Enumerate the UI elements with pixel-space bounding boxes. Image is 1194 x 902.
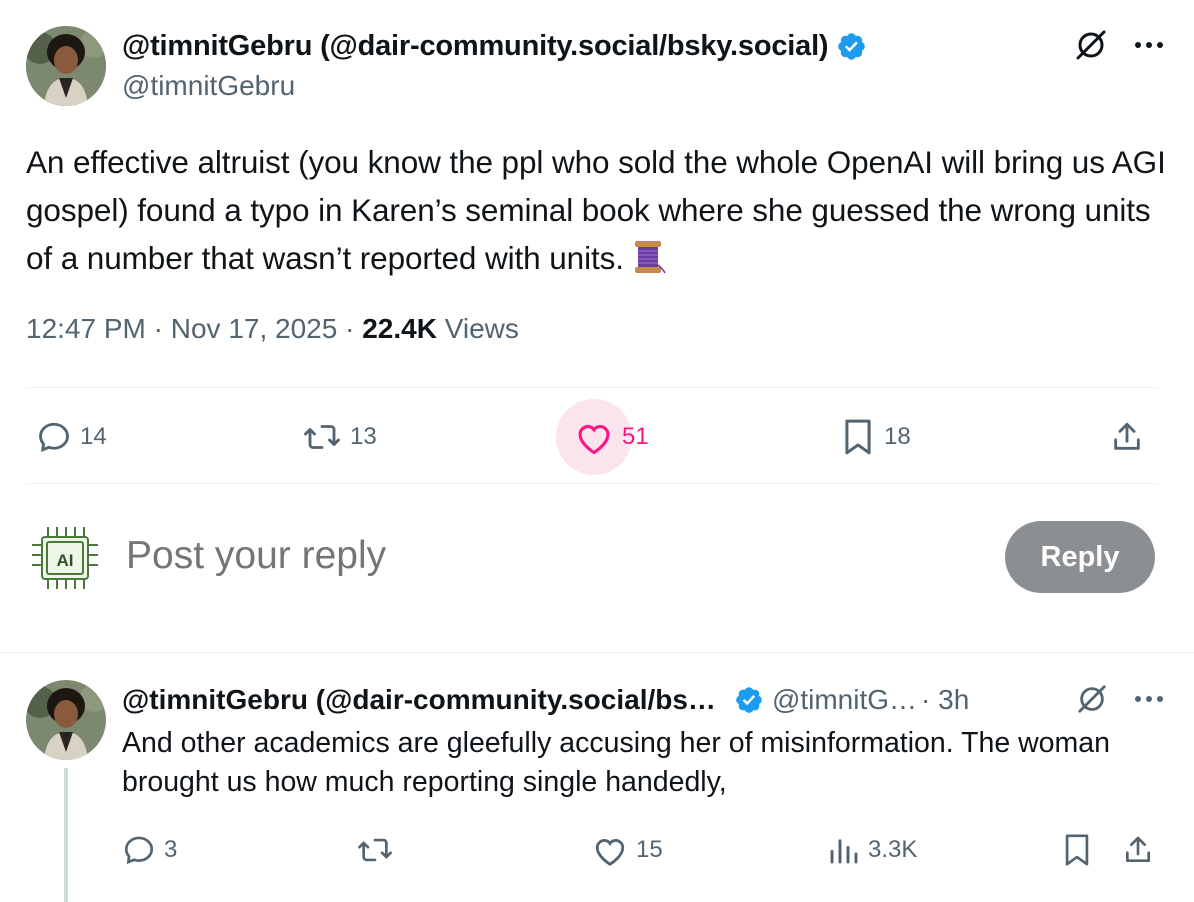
tweet-time[interactable]: 12:47 PM — [26, 313, 146, 344]
reply-count: 3 — [164, 836, 178, 863]
thread-connector — [64, 768, 68, 902]
reply-author-name[interactable]: @timnitGebru (@dair-community.social/bs… — [122, 684, 716, 716]
meta-separator: · — [145, 313, 171, 344]
heart-icon — [595, 838, 625, 866]
repost-action[interactable] — [356, 826, 394, 874]
bookmark-icon — [845, 419, 871, 455]
spool-of-thread-icon — [630, 239, 666, 275]
bookmark-count: 18 — [884, 423, 911, 450]
reply-header: @timnitGebru (@dair-community.social/bs…… — [122, 682, 969, 718]
repost-icon — [304, 425, 340, 449]
bookmark-action[interactable]: 18 — [840, 398, 911, 476]
reply-icon — [39, 422, 69, 452]
share-icon — [1126, 836, 1150, 862]
repost-count: 13 — [350, 423, 377, 450]
analytics-icon — [830, 839, 858, 864]
reply-author-avatar[interactable] — [26, 680, 106, 760]
reply-action[interactable]: 3 — [122, 826, 177, 874]
share-action[interactable] — [1122, 826, 1154, 874]
tweet-meta: 12:47 PM · Nov 17, 2025 · 22.4K Views — [26, 313, 519, 345]
grok-icon[interactable] — [1074, 28, 1108, 62]
views-action[interactable]: 3.3K — [828, 826, 917, 874]
more-options-icon[interactable] — [1134, 41, 1164, 49]
share-action[interactable] — [1110, 398, 1144, 476]
tweet-actions: 14 13 51 18 — [26, 398, 1158, 476]
verified-badge-icon — [836, 31, 867, 62]
repost-icon — [358, 838, 392, 862]
views-label: Views — [436, 313, 519, 344]
reply-time[interactable]: · 3h — [921, 684, 969, 716]
share-icon — [1114, 422, 1140, 450]
like-action[interactable]: 51 — [574, 398, 649, 476]
views-count: 22.4K — [362, 313, 437, 344]
divider — [26, 387, 1158, 388]
composer-avatar-icon[interactable]: AI — [30, 525, 100, 591]
reply-button[interactable]: Reply — [1005, 521, 1155, 593]
meta-separator: · — [337, 313, 363, 344]
like-action[interactable]: 15 — [592, 826, 663, 874]
reply-count: 14 — [80, 423, 107, 450]
bookmark-action[interactable] — [1062, 826, 1092, 874]
reply-input[interactable] — [126, 534, 886, 578]
divider — [26, 483, 1158, 484]
composer-avatar-text: AI — [57, 551, 74, 570]
author-display-name-text[interactable]: @timnitGebru (@dair-community.social/bsk… — [122, 30, 829, 63]
verified-badge-icon — [734, 685, 764, 715]
author-handle[interactable]: @timnitGebru — [122, 70, 295, 102]
like-count: 15 — [636, 836, 663, 863]
reply-author-handle[interactable]: @timnitG… — [772, 684, 917, 716]
tweet-date[interactable]: Nov 17, 2025 — [171, 313, 338, 344]
reply-text: And other academics are gleefully accusi… — [122, 727, 1110, 798]
section-divider — [0, 652, 1194, 653]
heart-icon — [578, 424, 610, 455]
more-options-icon[interactable] — [1134, 695, 1164, 703]
reply-action[interactable]: 14 — [36, 398, 107, 476]
like-count: 51 — [622, 423, 649, 450]
tweet-body: An effective altruist (you know the ppl … — [26, 144, 1166, 276]
repost-action[interactable]: 13 — [302, 398, 377, 476]
views-count: 3.3K — [868, 836, 918, 863]
grok-icon[interactable] — [1076, 683, 1108, 715]
author-avatar[interactable] — [26, 26, 106, 106]
bookmark-icon — [1065, 834, 1089, 866]
reply-icon — [124, 836, 154, 865]
author-display-name[interactable]: @timnitGebru (@dair-community.social/bsk… — [122, 30, 867, 63]
tweet-text: An effective altruist (you know the ppl … — [26, 138, 1166, 282]
reply-actions: 3 15 3.3K — [122, 826, 1162, 874]
